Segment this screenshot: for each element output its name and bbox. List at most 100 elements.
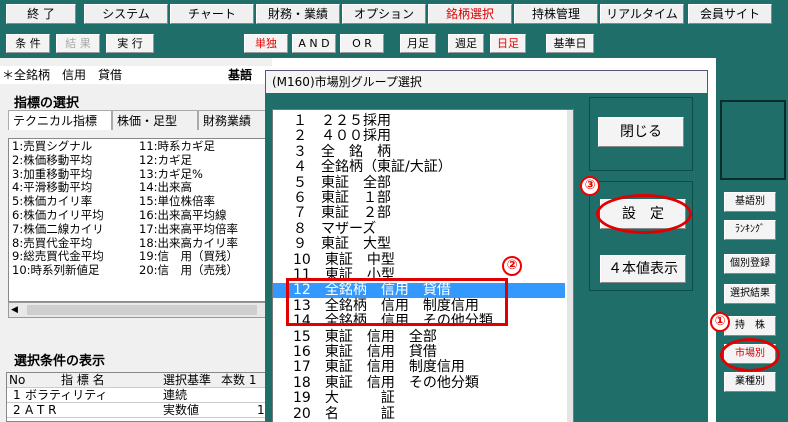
annotation-2-badge: ② <box>502 256 522 276</box>
menu-system[interactable]: システム <box>84 4 168 24</box>
list-item[interactable]: 19 大 証 <box>273 391 565 406</box>
indicator-item[interactable]: 3:加重移動平均 <box>12 167 104 182</box>
list-item[interactable]: ４ 全銘柄（東証/大証） <box>273 160 565 175</box>
cell-name: A T R <box>25 403 57 417</box>
list-item[interactable]: ７ 東証 ２部 <box>273 206 565 221</box>
by-industry-button[interactable]: 業種別 <box>724 372 776 392</box>
result-button[interactable]: 結 果 <box>56 34 100 53</box>
single-button[interactable]: 単独 <box>244 34 288 53</box>
basis-label: 基語 <box>228 68 253 82</box>
table-row[interactable]: 1 ボラティリティ 連続 <box>7 388 271 403</box>
indicator-item[interactable]: 19:信 用（買残） <box>139 250 238 264</box>
indicator-column-2: 11:時系カギ足 12:カギ足 13:カギ足% 14:出来高 15:単位株倍率 16:出来… <box>139 139 238 278</box>
list-item[interactable]: 20 名 証 <box>273 406 565 422</box>
col-indicator-name: 指 標 名 <box>61 373 105 387</box>
indicator-item[interactable]: 9:総売買代金平均 <box>12 250 104 264</box>
scroll-left-icon[interactable]: ◀ <box>11 305 18 315</box>
indicator-item[interactable]: 17:出来高平均倍率 <box>139 222 238 237</box>
preview-box <box>720 100 786 180</box>
indicator-column-1: 1:売買シグナル 2:株価移動平均 3:加重移動平均 4:平滑移動平均 5:株価カイリ率… <box>12 139 104 278</box>
and-button[interactable]: A N D <box>292 34 336 53</box>
menu-chart[interactable]: チャート <box>170 4 254 24</box>
menu-bar: 終 了 システム チャート 財務・業績 オプション 銘柄選択 持株管理 リアルタ… <box>0 0 788 28</box>
indicator-item[interactable]: 20:信 用（売残） <box>139 263 238 278</box>
close-button[interactable]: 閉じる <box>598 117 684 147</box>
indicator-item[interactable]: 15:単位株倍率 <box>139 194 238 209</box>
cell-no: 1 <box>13 388 21 402</box>
list-item[interactable]: １ ２２５採用 <box>273 114 565 129</box>
indicator-item[interactable]: 5:株価カイリ率 <box>12 194 104 209</box>
list-item[interactable]: 15 東証 信用 全部 <box>273 329 565 345</box>
annotation-1-badge: ① <box>710 312 730 332</box>
holdings-button[interactable]: 持 株 <box>724 316 776 336</box>
annotation-3-badge: ③ <box>580 176 600 196</box>
or-button[interactable]: O R <box>340 34 384 53</box>
list-item[interactable]: 17 東証 信用 制度信用 <box>273 360 565 375</box>
set-button-highlight <box>596 194 692 234</box>
col-no: No <box>9 373 26 387</box>
indicator-item[interactable]: 8:売買代金平均 <box>12 236 104 251</box>
market-group-list[interactable]: １ ２２５採用 ２ ４００採用 ３ 全 銘 柄４ 全銘柄（東証/大証） ５ 東証 全部… <box>272 109 574 422</box>
indicator-item[interactable]: 16:出来高平均線 <box>139 208 238 223</box>
tab-financial[interactable]: 財務業績 <box>198 110 272 130</box>
menu-stock-selection[interactable]: 銘柄選択 <box>428 4 512 24</box>
indicator-list[interactable]: 1:売買シグナル 2:株価移動平均 3:加重移動平均 4:平滑移動平均 5:株価カイリ率… <box>8 138 272 302</box>
indicator-item[interactable]: 18:出来高カイリ率 <box>139 236 238 251</box>
indicator-item[interactable]: 11:時系カギ足 <box>139 139 238 154</box>
table-header: No 指 標 名 選択基準 本数 1 <box>7 373 271 388</box>
col-basis: 選択基準 <box>163 373 212 387</box>
col-count: 本数 1 <box>221 373 257 387</box>
list-item[interactable]: ３ 全 銘 柄 <box>273 144 565 160</box>
monthly-button[interactable]: 月足 <box>400 34 436 53</box>
individual-register-button[interactable]: 個別登録 <box>724 254 776 274</box>
four-values-button[interactable]: ４本値表示 <box>600 255 686 283</box>
toolbar: 条 件 結 果 実 行 単独 A N D O R 月足 週足 日足 基準日 <box>0 28 788 58</box>
selection-result-button[interactable]: 選択結果 <box>724 284 776 304</box>
indicator-item[interactable]: 10:時系列新値足 <box>12 263 104 278</box>
menu-member-site[interactable]: 会員サイト <box>688 4 772 24</box>
list-item[interactable]: ２ ４００採用 <box>273 129 565 144</box>
menu-finance[interactable]: 財務・業績 <box>256 4 340 24</box>
scroll-thumb[interactable] <box>27 305 257 315</box>
list-scrollbar[interactable] <box>567 110 573 422</box>
list-item[interactable]: ８ マザーズ <box>273 221 565 237</box>
list-item[interactable]: ６ 東証 １部 <box>273 191 565 206</box>
menu-realtime[interactable]: リアルタイム <box>600 4 684 24</box>
cell-name: ボラティリティ <box>25 388 108 402</box>
indicator-item[interactable]: 14:出来高 <box>139 181 238 195</box>
cell-no: 2 <box>13 403 21 417</box>
list-item[interactable]: 18 東証 信用 その他分類 <box>273 375 565 391</box>
base-date-button[interactable]: 基準日 <box>546 34 594 53</box>
by-market-highlight <box>720 338 780 372</box>
indicator-item[interactable]: 7:株価二線カイリ <box>12 222 104 237</box>
menu-exit[interactable]: 終 了 <box>6 4 76 24</box>
menu-holdings[interactable]: 持株管理 <box>514 4 598 24</box>
ranking-button[interactable]: ﾗﾝｷﾝｸﾞ <box>724 220 776 240</box>
list-item[interactable]: ９ 東証 大型 <box>273 237 565 252</box>
tab-technical[interactable]: テクニカル指標 <box>8 110 112 130</box>
tab-price-shape[interactable]: 株価・足型 <box>112 110 198 130</box>
condition-button[interactable]: 条 件 <box>6 34 50 53</box>
left-pane: ＊全銘柄 信用 貸借 基語 指標の選択 テクニカル指標 株価・足型 財務業績 1… <box>0 58 272 422</box>
list-item[interactable]: ５ 東証 全部 <box>273 175 565 191</box>
indicator-item[interactable]: 2:株価移動平均 <box>12 153 104 168</box>
by-basis-button[interactable]: 基語別 <box>724 192 776 212</box>
selection-highlight <box>286 278 508 326</box>
menu-option[interactable]: オプション <box>342 4 426 24</box>
indicator-item[interactable]: 4:平滑移動平均 <box>12 181 104 195</box>
cell-basis: 実数値 <box>163 403 200 417</box>
conditions-section-title: 選択条件の表示 <box>14 354 106 369</box>
daily-button[interactable]: 日足 <box>490 34 526 53</box>
execute-button[interactable]: 実 行 <box>106 34 154 53</box>
market-group-dialog: (M160)市場別グループ選択 １ ２２５採用 ２ ４００採用 ３ 全 銘 柄４ 全… <box>265 70 708 422</box>
horizontal-scrollbar[interactable]: ◀ <box>8 302 272 318</box>
cell-basis: 連続 <box>163 388 188 402</box>
indicator-item[interactable]: 1:売買シグナル <box>12 139 104 154</box>
weekly-button[interactable]: 週足 <box>448 34 484 53</box>
list-item[interactable]: 16 東証 信用 貸借 <box>273 345 565 360</box>
indicator-item[interactable]: 12:カギ足 <box>139 153 238 168</box>
indicator-item[interactable]: 6:株価カイリ平均 <box>12 208 104 223</box>
indicator-item[interactable]: 13:カギ足% <box>139 167 238 182</box>
conditions-table: No 指 標 名 選択基準 本数 1 1 ボラティリティ 連続 2 A T R … <box>6 372 272 422</box>
table-row[interactable]: 2 A T R 実数値 14 <box>7 403 271 418</box>
